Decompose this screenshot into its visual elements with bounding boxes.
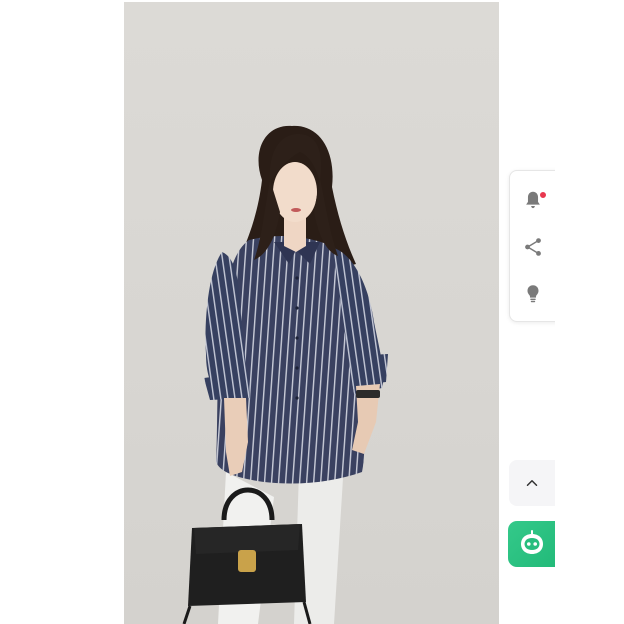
page [0,0,624,624]
notification-button[interactable] [510,177,556,223]
share-icon [525,238,541,256]
notification-dot [539,191,547,199]
product-photo-illustration [182,125,388,624]
share-button[interactable] [510,224,556,270]
product-photo [124,2,499,624]
chevron-up-icon [526,480,538,486]
idea-button[interactable] [510,271,556,317]
robot-icon [521,530,543,554]
lightbulb-icon [527,285,539,303]
viewport-edge [555,0,624,624]
